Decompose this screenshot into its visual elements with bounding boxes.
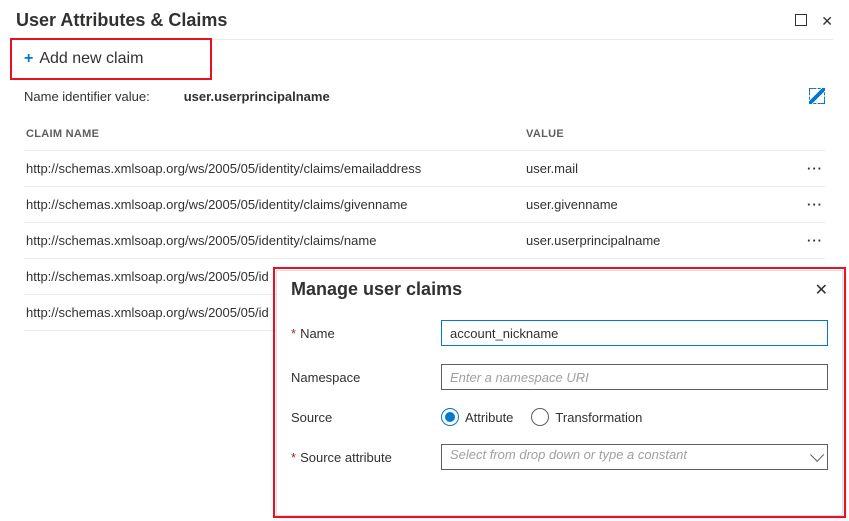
source-radio-attribute[interactable]: Attribute [441,408,513,426]
field-label-name: *Name [291,326,441,341]
source-radio-transformation[interactable]: Transformation [531,408,642,426]
source-attribute-select[interactable]: Select from drop down or type a constant [441,444,828,470]
cell-value: user.userprincipalname [526,233,793,248]
row-actions-button[interactable]: ··· [793,161,823,176]
radio-icon [441,408,459,426]
field-label-source: Source [291,410,441,425]
radio-label: Attribute [465,410,513,425]
name-identifier-label: Name identifier value: [24,89,150,104]
cell-claim-name: http://schemas.xmlsoap.org/ws/2005/05/id… [26,161,526,176]
row-actions-button[interactable]: ··· [793,233,823,248]
table-row[interactable]: http://schemas.xmlsoap.org/ws/2005/05/id… [24,151,825,187]
cell-value: user.givenname [526,197,793,212]
radio-icon [531,408,549,426]
blade-header: User Attributes & Claims ✕ [16,0,833,40]
panel-title: Manage user claims [291,279,462,300]
maximize-icon [795,14,807,26]
cell-claim-name: http://schemas.xmlsoap.org/ws/2005/05/id… [26,233,526,248]
name-input[interactable] [441,320,828,346]
table-row[interactable]: http://schemas.xmlsoap.org/ws/2005/05/id… [24,223,825,259]
cell-value: user.mail [526,161,793,176]
row-actions-button[interactable]: ··· [793,197,823,212]
table-row[interactable]: http://schemas.xmlsoap.org/ws/2005/05/id… [24,187,825,223]
page-title: User Attributes & Claims [16,10,227,31]
manage-user-claims-panel: Manage user claims ✕ *Name Namespace Sou… [276,270,843,516]
field-label-namespace: Namespace [291,370,441,385]
add-new-claim-button[interactable]: + Add new claim [14,42,153,76]
edit-icon[interactable] [809,88,825,104]
radio-label: Transformation [555,410,642,425]
column-header-value: Value [526,128,793,140]
name-identifier-value: user.userprincipalname [184,89,330,104]
panel-close-button[interactable]: ✕ [815,280,828,300]
namespace-input[interactable] [441,364,828,390]
maximize-button[interactable] [795,13,807,29]
close-button[interactable]: ✕ [821,14,833,28]
add-new-claim-label: Add new claim [39,50,143,68]
plus-icon: + [24,51,33,67]
cell-claim-name: http://schemas.xmlsoap.org/ws/2005/05/id… [26,197,526,212]
field-label-source-attribute: *Source attribute [291,450,441,465]
column-header-claim-name: Claim Name [26,128,526,140]
